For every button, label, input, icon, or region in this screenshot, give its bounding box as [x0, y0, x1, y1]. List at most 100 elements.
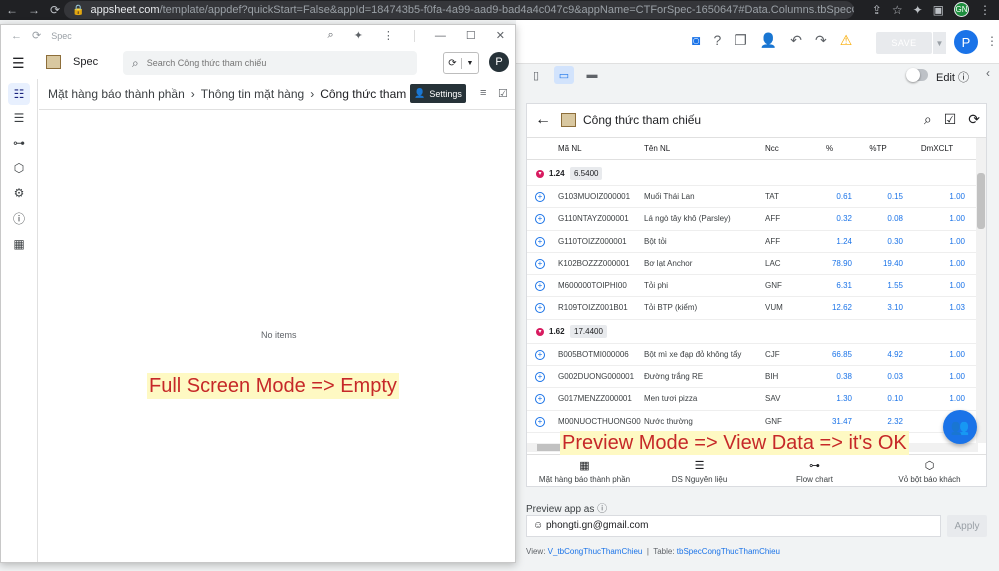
maximize-icon[interactable]: ☐ [466, 29, 476, 42]
extension-icon[interactable]: ✦ [354, 29, 363, 42]
nav-item[interactable]: ⬡ Vỏ bột báo khách [872, 459, 986, 484]
save-dropdown-icon[interactable]: ▼ [932, 32, 946, 54]
table-row[interactable]: + M600000TOIPHI00 Tỏi phi GNF 6.31 1.55 1.00 [527, 275, 978, 298]
vertical-scrollbar[interactable] [976, 138, 986, 443]
column-header[interactable]: Tên NL [644, 138, 670, 160]
window-titlebar: ← ⟳ Spec ⌕ ✦ ⋮ — ☐ ✕ [1, 25, 515, 47]
column-header[interactable]: Mã NL [558, 138, 582, 160]
cell-percent: 66.85 [831, 349, 852, 359]
add-circle-icon[interactable]: + [535, 372, 545, 383]
help-icon[interactable]: ? [713, 32, 721, 49]
column-header[interactable]: Ncc [765, 138, 779, 160]
window-menu-icon[interactable]: ⋮ [383, 29, 394, 42]
nav-item[interactable]: ⊶ Flow chart [757, 459, 872, 484]
minimize-icon[interactable]: — [435, 30, 446, 42]
collapse-icon[interactable]: ▾ [536, 170, 544, 178]
sidebar-list-icon[interactable]: ☰ [8, 107, 30, 129]
table-row[interactable]: + K102BOZZZ000001 Bơ lạt Anchor LAC 78.90 19.… [527, 253, 978, 276]
search-input[interactable] [146, 58, 397, 68]
user-avatar[interactable]: P [489, 52, 509, 72]
table-row[interactable]: + B005BOTMI000006 Bột mì xe đạp đỏ không t… [527, 344, 978, 367]
cell-ma-nl: B005BOTMI000006 [558, 349, 629, 359]
table-link[interactable]: tbSpecCongThucThamChieu [677, 547, 780, 556]
table-row[interactable]: + G002DUONG000001 Đường trắng RE BIH 0.38 0.0… [527, 366, 978, 389]
close-icon[interactable]: ✕ [496, 29, 505, 42]
hamburger-menu-icon[interactable]: ☰ [12, 55, 25, 72]
column-header[interactable]: %TP [853, 138, 903, 160]
add-circle-icon[interactable]: + [535, 281, 545, 292]
address-bar[interactable]: 🔒 appsheet.com/template/appdef?quickStar… [64, 1, 854, 19]
profile-avatar[interactable]: GN [954, 2, 969, 17]
undo-icon[interactable]: ↶ [790, 32, 802, 49]
sync-button[interactable]: ⟳ ▼ [443, 52, 479, 74]
reload-icon[interactable]: ⟳ [32, 29, 41, 42]
tablet-icon[interactable]: ▭ [554, 66, 574, 84]
add-circle-icon[interactable]: + [535, 349, 545, 360]
sidebar-table-icon[interactable]: ☷ [8, 83, 30, 105]
phone-icon[interactable]: ▯ [526, 66, 546, 84]
back-icon[interactable]: ← [11, 30, 22, 42]
column-header[interactable]: % [807, 138, 852, 160]
back-icon[interactable]: ← [6, 3, 18, 17]
select-all-icon[interactable]: ☑ [498, 87, 508, 100]
sidebar-cube-icon[interactable]: ⬡ [8, 157, 30, 179]
sidebar-flow-chart-icon[interactable]: ⊶ [8, 132, 30, 154]
collapse-icon[interactable]: ▾ [536, 327, 544, 336]
redo-icon[interactable]: ↷ [815, 32, 827, 49]
collapse-icon[interactable]: ‹ [986, 66, 990, 80]
warning-icon[interactable]: ⚠ [840, 32, 853, 49]
forward-icon[interactable]: → [28, 3, 40, 17]
desktop-icon[interactable]: ▬ [582, 66, 602, 84]
reload-icon[interactable]: ⟳ [50, 3, 60, 17]
sidebar-settings-icon[interactable]: ⚙ [8, 182, 30, 204]
preview-icon[interactable]: ◙ [692, 32, 700, 49]
settings-button[interactable]: 👤 Settings [410, 84, 466, 103]
copy-icon[interactable]: ❐ [734, 32, 747, 49]
breadcrumb-item[interactable]: Thông tin mặt hàng [201, 87, 304, 101]
bookmark-star-icon[interactable]: ☆ [892, 3, 903, 17]
preview-email-field[interactable]: ☺ phongti.gn@gmail.com [526, 515, 941, 537]
extensions-icon[interactable]: ✦ [913, 3, 923, 17]
sync-icon[interactable]: ⟳ [968, 111, 980, 128]
sidebar-icon[interactable]: ▣ [933, 3, 944, 17]
view-link[interactable]: V_tbCongThucThamChieu [548, 547, 643, 556]
add-user-fab[interactable]: 👥 [943, 410, 977, 444]
add-circle-icon[interactable]: + [535, 236, 545, 247]
group-header[interactable]: ▾ 1.62 17.4400 [527, 320, 978, 344]
table-row[interactable]: + G110TOIZZ000001 Bột tỏi AFF 1.24 0.30 1.00 [527, 231, 978, 253]
chevron-down-icon[interactable]: ▼ [462, 60, 478, 67]
column-header[interactable]: DmXCLT [909, 138, 965, 160]
nav-item[interactable]: ▦ Mặt hàng báo thành phần [527, 459, 642, 484]
save-button[interactable]: SAVE [876, 32, 932, 54]
table-row[interactable]: + M00NUOCTHUONG00 Nước thường GNF 31.47 2.32 [527, 411, 978, 433]
nav-item[interactable]: ☰ DS Nguyên liệu [642, 459, 757, 484]
table-row[interactable]: + R109TOIZZ001B01 Tỏi BTP (kiểm) VUM 12.62 3.… [527, 297, 978, 320]
table-row[interactable]: + G110NTAYZ000001 Lá ngò tây khô (Parsley)… [527, 208, 978, 231]
back-arrow-icon[interactable]: ← [535, 111, 551, 129]
add-circle-icon[interactable]: + [535, 303, 545, 314]
add-circle-icon[interactable]: + [535, 416, 545, 427]
edit-toggle[interactable] [906, 68, 928, 82]
zoom-icon[interactable]: ⌕ [328, 29, 334, 42]
sidebar-info-icon[interactable]: ⓘ [8, 207, 30, 229]
add-circle-icon[interactable]: + [535, 258, 545, 269]
add-circle-icon[interactable]: + [535, 192, 545, 202]
apply-button[interactable]: Apply [947, 515, 987, 537]
share-icon[interactable]: ⇪ [872, 3, 882, 17]
editor-avatar[interactable]: P [954, 30, 978, 54]
filter-icon[interactable]: ≡ [480, 87, 486, 99]
breadcrumb-item[interactable]: Mặt hàng báo thành phần [48, 87, 185, 101]
editor-menu-icon[interactable]: ⋮ [986, 34, 998, 48]
select-icon[interactable]: ☑ [944, 111, 957, 128]
group-header[interactable]: ▾ 1.24 6.5400 [527, 162, 978, 186]
search-box[interactable]: ⌕ [123, 51, 417, 75]
add-circle-icon[interactable]: + [535, 394, 545, 405]
search-icon[interactable]: ⌕ [924, 111, 932, 128]
add-user-icon[interactable]: 👤 [760, 32, 777, 49]
browser-menu-icon[interactable]: ⋮ [979, 3, 991, 17]
sidebar-grid-icon[interactable]: ▦ [8, 233, 30, 255]
table-row[interactable]: + G017MENZZ000001 Men tươi pizza SAV 1.30 0.1… [527, 388, 978, 411]
url-path: /template/appdef?quickStart=False&appId=… [159, 4, 854, 16]
add-circle-icon[interactable]: + [535, 214, 545, 225]
table-row[interactable]: + G103MUOIZ000001 Muối Thái Lan TAT 0.61 0.15… [527, 186, 978, 209]
